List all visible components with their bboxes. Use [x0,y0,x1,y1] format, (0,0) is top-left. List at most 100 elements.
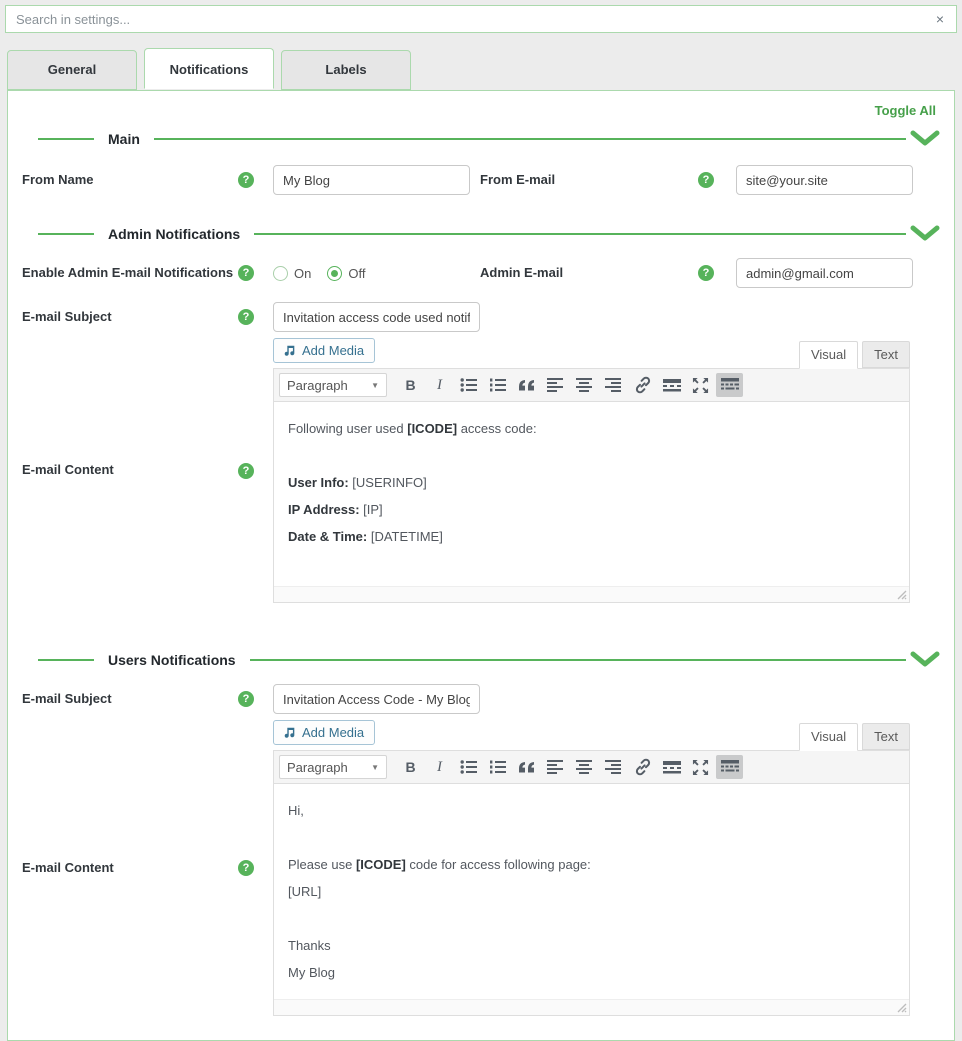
italic-button[interactable]: I [426,373,453,397]
editor-toolbar: Paragraph ▼ B I [274,751,909,784]
fullscreen-button[interactable] [687,755,714,779]
add-media-button[interactable]: Add Media [273,338,375,363]
section-divider-line [38,659,94,661]
from-name-input[interactable] [273,165,470,195]
radio-on[interactable] [273,266,288,281]
paragraph-dropdown[interactable]: Paragraph ▼ [279,373,387,397]
admin-email-label: Admin E-mail [480,265,698,281]
collapse-chevron-icon[interactable] [910,130,940,147]
tab-notifications[interactable]: Notifications [144,48,274,89]
tab-general[interactable]: General [7,50,137,90]
section-divider-line [254,233,906,235]
admin-email-input[interactable] [736,258,913,288]
section-divider-line [250,659,906,661]
section-header-users-notifications: Users Notifications [22,651,940,668]
editor-content-area[interactable]: Following user used [ICODE] access code:… [274,402,909,586]
paragraph-dropdown[interactable]: Paragraph ▼ [279,755,387,779]
align-right-button[interactable] [600,373,627,397]
users-subject-input[interactable] [273,684,480,714]
section-title: Main [108,131,140,147]
chevron-down-icon: ▼ [371,381,379,390]
editor-content-area[interactable]: Hi, Please use [ICODE] code for access f… [274,784,909,999]
add-media-label: Add Media [302,343,364,358]
help-icon[interactable]: ? [238,691,254,707]
collapse-chevron-icon[interactable] [910,651,940,668]
toolbar-toggle-button[interactable] [716,373,743,397]
editor-status-bar [274,999,909,1015]
paragraph-dropdown-label: Paragraph [287,378,348,393]
radio-off-label: Off [348,266,365,281]
from-email-input[interactable] [736,165,913,195]
section-divider-line [154,138,906,140]
settings-tabs: General Notifications Labels [7,50,955,90]
admin-subject-label: E-mail Subject [22,309,238,325]
from-email-label: From E-mail [480,172,698,188]
users-subject-label: E-mail Subject [22,691,238,707]
toggle-all-link[interactable]: Toggle All [875,103,936,118]
blockquote-button[interactable] [513,373,540,397]
editor-toolbar: Paragraph ▼ B I [274,369,909,402]
help-icon[interactable]: ? [238,309,254,325]
editor-visual-tab[interactable]: Visual [799,341,858,369]
help-icon[interactable]: ? [238,860,254,876]
blockquote-button[interactable] [513,755,540,779]
add-media-button[interactable]: Add Media [273,720,375,745]
read-more-button[interactable] [658,373,685,397]
from-name-label: From Name [22,172,238,188]
users-email-editor: Add Media Visual Text Paragraph ▼ B I [273,720,910,1016]
media-note-icon [282,344,297,358]
bold-button[interactable]: B [397,755,424,779]
read-more-button[interactable] [658,755,685,779]
collapse-chevron-icon[interactable] [910,225,940,242]
italic-button[interactable]: I [426,755,453,779]
align-left-button[interactable] [542,755,569,779]
help-icon[interactable]: ? [238,172,254,188]
align-center-button[interactable] [571,373,598,397]
users-content-label: E-mail Content [22,860,238,876]
link-icon[interactable] [629,373,656,397]
paragraph-dropdown-label: Paragraph [287,760,348,775]
section-divider-line [38,138,94,140]
help-icon[interactable]: ? [698,172,714,188]
numbered-list-button[interactable] [484,373,511,397]
editor-visual-tab[interactable]: Visual [799,723,858,751]
help-icon[interactable]: ? [698,265,714,281]
section-title: Admin Notifications [108,226,240,242]
help-icon[interactable]: ? [238,463,254,479]
media-note-icon [282,726,297,740]
toolbar-toggle-button[interactable] [716,755,743,779]
section-header-admin-notifications: Admin Notifications [22,225,940,242]
add-media-label: Add Media [302,725,364,740]
numbered-list-button[interactable] [484,755,511,779]
bullet-list-button[interactable] [455,755,482,779]
radio-on-label: On [294,266,311,281]
help-icon[interactable]: ? [238,265,254,281]
align-left-button[interactable] [542,373,569,397]
resize-grip-icon[interactable] [897,1003,907,1013]
resize-grip-icon[interactable] [897,590,907,600]
section-title: Users Notifications [108,652,236,668]
enable-admin-radio-group: On Off [273,266,375,281]
search-input[interactable] [16,12,934,27]
section-header-main: Main [22,130,940,147]
notifications-panel: Toggle All Main From Name ? From E-mail … [7,90,955,1041]
tab-labels[interactable]: Labels [281,50,411,90]
enable-admin-notifications-label: Enable Admin E-mail Notifications [22,265,238,281]
settings-search-bar: × [5,5,957,33]
chevron-down-icon: ▼ [371,763,379,772]
bullet-list-button[interactable] [455,373,482,397]
fullscreen-button[interactable] [687,373,714,397]
editor-status-bar [274,586,909,602]
align-center-button[interactable] [571,755,598,779]
bold-button[interactable]: B [397,373,424,397]
admin-content-label: E-mail Content [22,462,238,478]
link-icon[interactable] [629,755,656,779]
admin-subject-input[interactable] [273,302,480,332]
close-icon[interactable]: × [934,10,946,28]
align-right-button[interactable] [600,755,627,779]
editor-text-tab[interactable]: Text [862,723,910,750]
admin-email-editor: Add Media Visual Text Paragraph ▼ B I [273,338,910,603]
radio-off[interactable] [327,266,342,281]
section-divider-line [38,233,94,235]
editor-text-tab[interactable]: Text [862,341,910,368]
